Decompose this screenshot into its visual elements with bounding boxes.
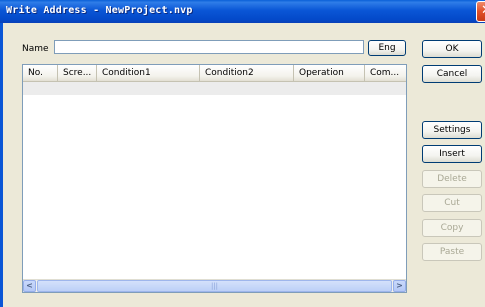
horizontal-scrollbar[interactable]: < ||| >: [23, 279, 406, 292]
chevron-left-icon: <: [26, 281, 33, 290]
column-header-condition2[interactable]: Condition2: [200, 65, 294, 81]
column-header-operation[interactable]: Operation: [294, 65, 365, 81]
scrollbar-thumb[interactable]: |||: [37, 280, 392, 292]
chevron-right-icon: >: [396, 281, 403, 290]
address-list[interactable]: No. Scre... Condition1 Condition2 Operat…: [22, 64, 407, 293]
paste-button[interactable]: Paste: [422, 243, 482, 261]
close-button[interactable]: ✕: [476, 1, 485, 22]
name-input[interactable]: [54, 40, 364, 54]
column-header-condition1[interactable]: Condition1: [97, 65, 200, 81]
insert-button[interactable]: Insert: [422, 145, 482, 163]
list-row[interactable]: [23, 82, 406, 95]
grip-icon: |||: [210, 282, 219, 290]
copy-button[interactable]: Copy: [422, 219, 482, 237]
ok-button[interactable]: OK: [422, 40, 482, 58]
column-header-no[interactable]: No.: [23, 65, 58, 81]
name-label: Name: [22, 44, 49, 54]
title-bar: Write Address - NewProject.nvp ✕: [0, 0, 485, 23]
settings-button[interactable]: Settings: [422, 121, 482, 139]
close-icon: ✕: [481, 3, 485, 18]
cancel-button[interactable]: Cancel: [422, 65, 482, 83]
window-title: Write Address - NewProject.nvp: [6, 5, 193, 16]
scroll-right-button[interactable]: >: [393, 280, 406, 292]
list-header: No. Scre... Condition1 Condition2 Operat…: [23, 65, 406, 82]
delete-button[interactable]: Delete: [422, 170, 482, 188]
eng-button[interactable]: Eng: [368, 40, 406, 56]
column-header-comment[interactable]: Com...: [365, 65, 406, 81]
column-header-screen[interactable]: Scre...: [58, 65, 97, 81]
scroll-left-button[interactable]: <: [23, 280, 36, 292]
cut-button[interactable]: Cut: [422, 194, 482, 212]
